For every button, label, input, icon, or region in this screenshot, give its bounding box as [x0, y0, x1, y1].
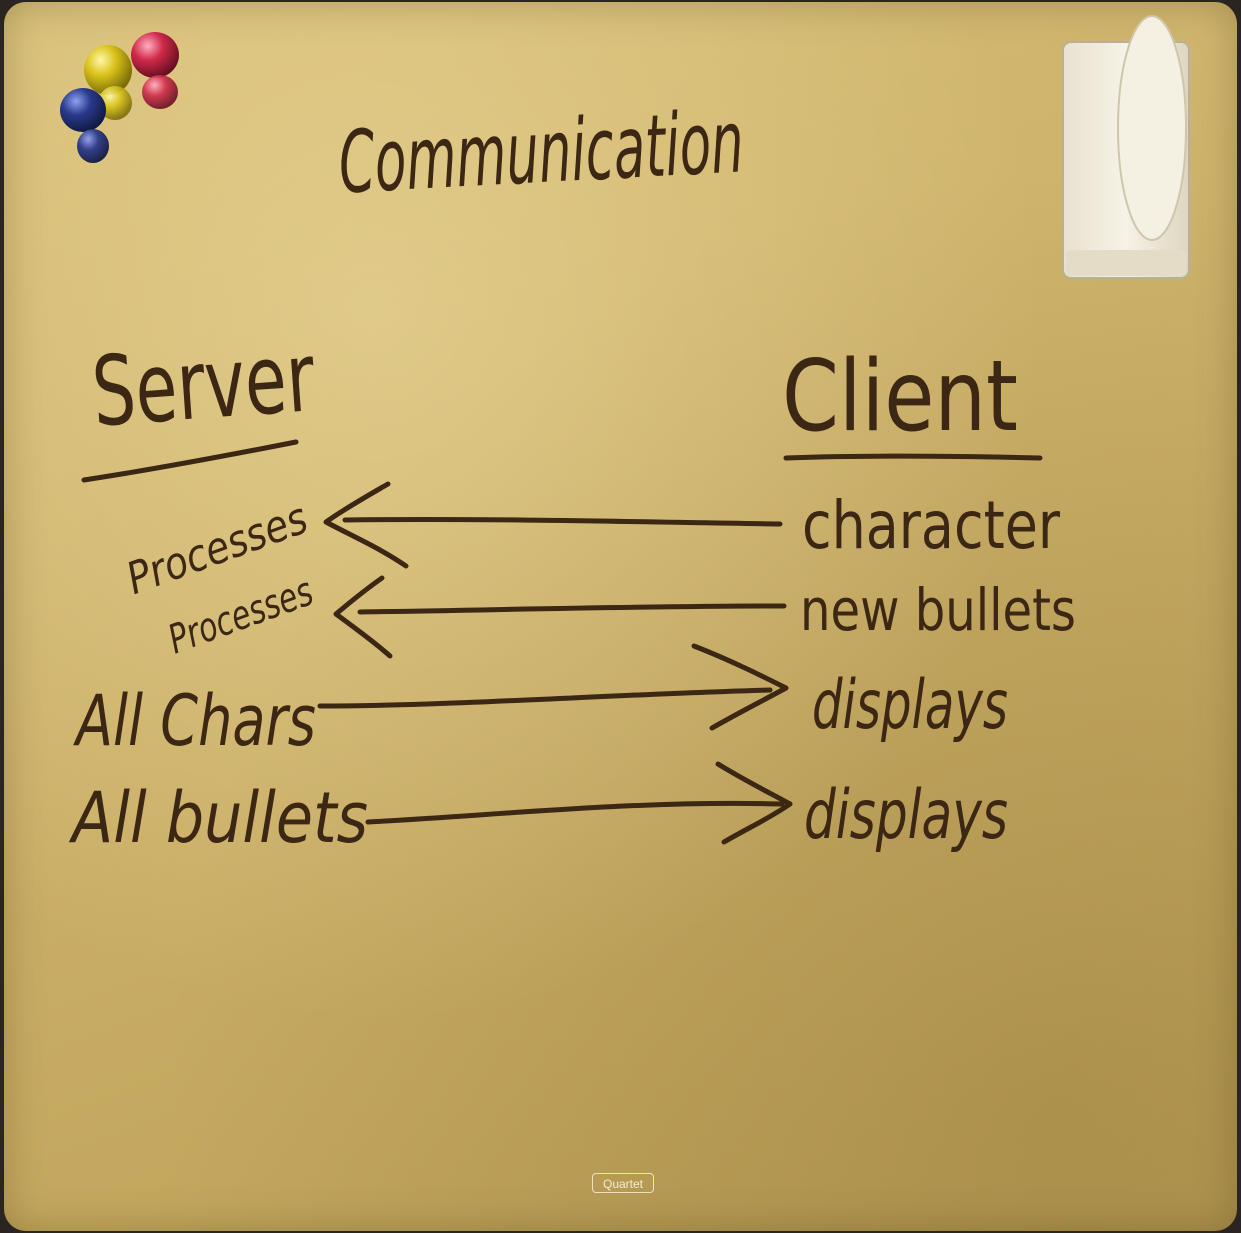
whiteboard-drawing: Communication Server Client Processes Pr…	[60, 15, 1190, 859]
arrow-all-bullets-to-displays	[365, 761, 793, 845]
server-heading: Server	[89, 321, 319, 448]
eraser[interactable]	[1062, 15, 1190, 279]
right-item-new-bullets: new bullets	[800, 576, 1076, 644]
left-item-all-bullets: All bullets	[69, 777, 368, 859]
client-underline	[783, 453, 1043, 461]
right-item-displays-1: displays	[812, 666, 1008, 745]
blue-magnet[interactable]	[60, 88, 109, 163]
client-heading: Client	[782, 340, 1018, 454]
board-title: Communication	[336, 92, 746, 213]
server-underline	[81, 439, 299, 483]
brand-logo: Quartet	[592, 1173, 654, 1193]
left-item-all-chars: All Chars	[73, 680, 316, 762]
arrow-character-to-processes	[323, 481, 783, 569]
right-item-displays-2: displays	[804, 776, 1008, 855]
right-item-character: character	[802, 487, 1061, 564]
red-magnet[interactable]	[131, 32, 179, 109]
arrow-new-bullets-to-processes	[333, 575, 787, 659]
magnets	[60, 32, 179, 163]
